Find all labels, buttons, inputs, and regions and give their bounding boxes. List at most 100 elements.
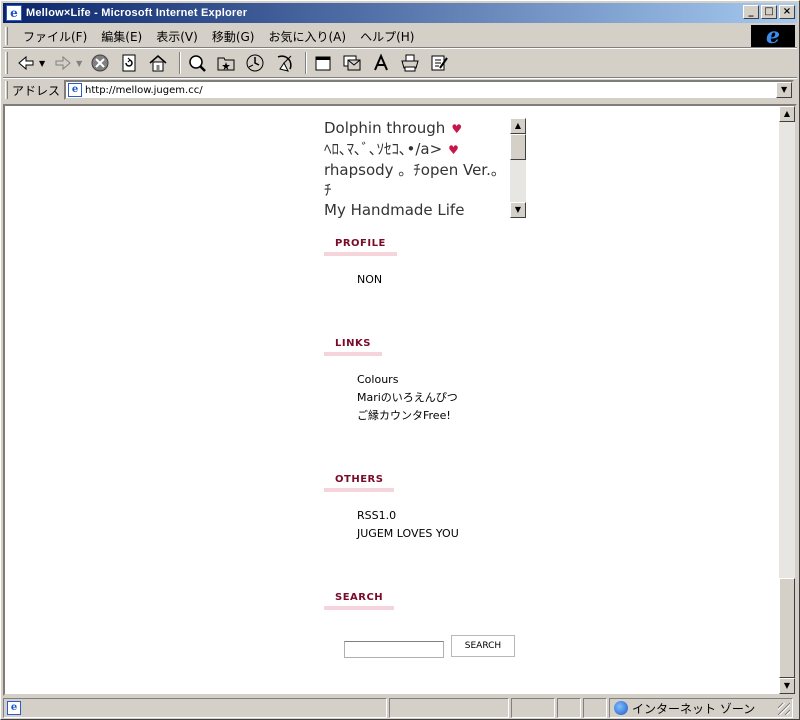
back-dropdown-icon[interactable]: ▼ bbox=[39, 59, 45, 68]
resize-grip-icon[interactable] bbox=[778, 703, 790, 715]
menu-help[interactable]: ヘルプ(H) bbox=[353, 28, 421, 45]
mail-icon bbox=[343, 55, 361, 71]
page-done-icon: e bbox=[7, 701, 21, 715]
zone-label: インターネット ゾーン bbox=[632, 701, 756, 716]
scroll-up-icon[interactable]: ▲ bbox=[779, 106, 795, 122]
scroll-down-icon[interactable]: ▼ bbox=[779, 678, 795, 694]
toolbar-grip[interactable] bbox=[5, 52, 8, 74]
list-item[interactable]: ﾍﾛ､ﾏ､ﾞ､ｿｾｺ､•/a> ♥ bbox=[324, 139, 508, 160]
page-viewport[interactable]: Dolphin through ♥ ﾍﾛ､ﾏ､ﾞ､ｿｾｺ､•/a> ♥ rhapso… bbox=[3, 104, 797, 696]
menu-go[interactable]: 移動(G) bbox=[205, 28, 262, 45]
scroll-up-icon[interactable]: ▲ bbox=[510, 118, 526, 134]
home-button[interactable] bbox=[146, 51, 170, 75]
fullscreen-icon bbox=[315, 56, 331, 71]
page-icon: e bbox=[68, 83, 83, 97]
font-size-icon bbox=[374, 53, 389, 71]
page-scrollbar[interactable]: ▲ ▼ bbox=[779, 106, 795, 694]
close-button[interactable]: × bbox=[779, 5, 795, 19]
heart-icon: ♥ bbox=[448, 143, 459, 157]
list-item-label: Dolphin through bbox=[324, 119, 446, 137]
forward-arrow-icon bbox=[55, 55, 71, 71]
links-heading: LINKS bbox=[324, 336, 382, 356]
scroll-thumb[interactable] bbox=[779, 578, 795, 678]
favorites-folder-icon bbox=[217, 57, 235, 71]
list-item-label: rhapsody 。ﾁopen Ver.。 bbox=[324, 161, 506, 179]
ie-throbber-logo: e bbox=[751, 25, 795, 47]
back-arrow-icon bbox=[18, 55, 34, 71]
printer-icon bbox=[401, 54, 419, 72]
stop-button[interactable] bbox=[88, 51, 112, 75]
address-field[interactable]: e ▼ bbox=[64, 80, 795, 100]
address-dropdown-icon[interactable]: ▼ bbox=[776, 82, 793, 98]
list-item[interactable]: My Handmade Life bbox=[324, 200, 508, 218]
link-item[interactable]: Mariのいろえんぴつ bbox=[357, 389, 458, 407]
list-item[interactable]: rhapsody 。ﾁopen Ver.。 bbox=[324, 160, 508, 180]
recent-links-box[interactable]: Dolphin through ♥ ﾍﾛ､ﾏ､ﾞ､ｿｾｺ､•/a> ♥ rhapso… bbox=[324, 118, 526, 218]
address-bar: アドレス e ▼ bbox=[5, 79, 795, 101]
page-content: Dolphin through ♥ ﾍﾛ､ﾏ､ﾞ､ｿｾｺ､•/a> ♥ rhapso… bbox=[5, 106, 781, 694]
menu-favorites[interactable]: お気に入り(A) bbox=[261, 28, 353, 45]
edit-page-icon bbox=[431, 55, 449, 71]
forward-dropdown-icon[interactable]: ▼ bbox=[76, 59, 82, 68]
profile-name: NON bbox=[357, 273, 383, 286]
print-button[interactable] bbox=[398, 51, 422, 75]
menu-edit[interactable]: 編集(E) bbox=[94, 28, 149, 45]
link-item[interactable]: ご縁カウンタFree! bbox=[357, 407, 451, 425]
satellite-icon bbox=[277, 55, 292, 72]
stop-icon bbox=[91, 54, 109, 72]
fullscreen-button[interactable] bbox=[311, 51, 335, 75]
others-item[interactable]: JUGEM LOVES YOU bbox=[357, 525, 459, 543]
address-input[interactable] bbox=[85, 84, 766, 96]
toolbar-separator bbox=[179, 52, 182, 74]
browser-window: e Mellow×Life - Microsoft Internet Explo… bbox=[0, 0, 800, 720]
status-text-pane: e bbox=[3, 698, 387, 718]
menubar-grip[interactable] bbox=[5, 27, 8, 45]
font-button[interactable] bbox=[369, 51, 393, 75]
forward-button[interactable] bbox=[51, 51, 75, 75]
maximize-button[interactable]: □ bbox=[761, 5, 777, 19]
menu-view[interactable]: 表示(V) bbox=[149, 28, 205, 45]
history-icon bbox=[246, 54, 264, 72]
status-pane bbox=[389, 698, 509, 718]
refresh-icon bbox=[122, 54, 136, 72]
internet-globe-icon bbox=[614, 701, 628, 715]
title-bar[interactable]: e Mellow×Life - Microsoft Internet Explo… bbox=[3, 3, 797, 23]
mail-button[interactable] bbox=[340, 51, 364, 75]
edit-button[interactable] bbox=[427, 51, 451, 75]
minimize-button[interactable]: _ bbox=[743, 5, 759, 19]
list-item-label: My Handmade Life bbox=[324, 201, 465, 218]
search-submit-button[interactable]: SEARCH bbox=[451, 635, 515, 657]
favorites-button[interactable] bbox=[214, 51, 238, 75]
security-zone-pane[interactable]: インターネット ゾーン bbox=[609, 698, 793, 718]
ie-page-icon: e bbox=[6, 5, 22, 21]
box-scrollbar[interactable]: ▲ ▼ bbox=[510, 118, 526, 218]
link-item[interactable]: Colours bbox=[357, 371, 398, 389]
addressbar-grip[interactable] bbox=[5, 81, 8, 99]
list-item[interactable]: Dolphin through ♥ bbox=[324, 118, 508, 139]
status-pane bbox=[583, 698, 607, 718]
search-button[interactable] bbox=[185, 51, 209, 75]
profile-heading: PROFILE bbox=[324, 236, 397, 256]
channels-button[interactable] bbox=[272, 51, 296, 75]
search-input[interactable] bbox=[344, 641, 444, 658]
refresh-button[interactable] bbox=[117, 51, 141, 75]
history-button[interactable] bbox=[243, 51, 267, 75]
menu-file[interactable]: ファイル(F) bbox=[16, 28, 94, 45]
back-button[interactable] bbox=[14, 51, 38, 75]
window-title: Mellow×Life - Microsoft Internet Explore… bbox=[26, 7, 248, 19]
window-controls: _ □ × bbox=[741, 5, 795, 19]
others-heading: OTHERS bbox=[324, 472, 395, 492]
others-item[interactable]: RSS1.0 bbox=[357, 507, 396, 525]
standard-toolbar: ▼ ▼ bbox=[5, 49, 795, 77]
list-item-label: ﾍﾛ､ﾏ､ﾞ､ｿｾｺ､•/a> bbox=[324, 140, 443, 158]
home-icon bbox=[149, 55, 167, 72]
scroll-thumb[interactable] bbox=[510, 134, 526, 160]
list-item[interactable]: ﾁ bbox=[324, 180, 508, 200]
recent-links-list: Dolphin through ♥ ﾍﾛ､ﾏ､ﾞ､ｿｾｺ､•/a> ♥ rhapso… bbox=[324, 118, 508, 218]
menu-bar: ファイル(F) 編集(E) 表示(V) 移動(G) お気に入り(A) ヘルプ(H… bbox=[5, 25, 749, 47]
heart-icon: ♥ bbox=[451, 122, 463, 136]
search-heading: SEARCH bbox=[324, 590, 395, 610]
scroll-down-icon[interactable]: ▼ bbox=[510, 202, 526, 218]
list-item-label: ﾁ bbox=[324, 181, 332, 199]
address-label: アドレス bbox=[12, 83, 61, 98]
